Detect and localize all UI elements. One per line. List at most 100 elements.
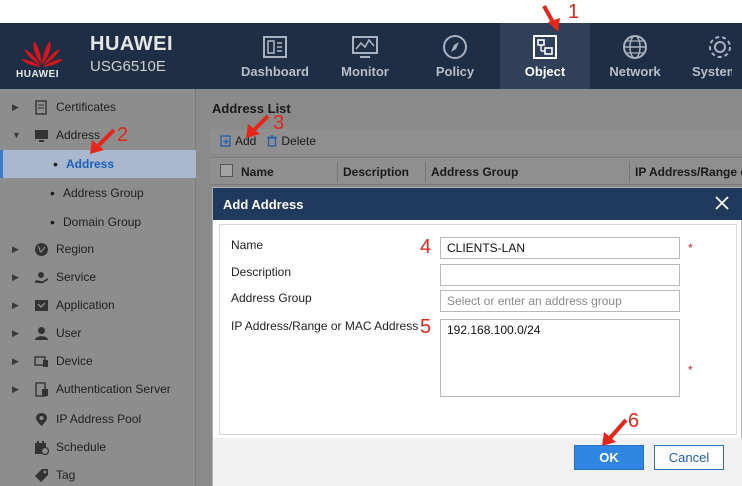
brand-name: HUAWEI xyxy=(90,33,173,55)
sidebar-item-label: Application xyxy=(56,298,115,312)
sidebar-item-application[interactable]: ▶ Application xyxy=(0,291,196,319)
object-icon xyxy=(533,35,557,59)
annotation-number: 1 xyxy=(568,1,580,23)
sidebar-item-domain-group[interactable]: • Domain Group xyxy=(0,208,196,236)
chevron-right-icon: ▶ xyxy=(12,243,19,254)
nav-network[interactable]: Network xyxy=(590,23,680,89)
certificate-icon xyxy=(35,99,47,115)
bullet-icon: • xyxy=(50,185,55,201)
column-header-address-group[interactable]: Address Group xyxy=(431,165,518,179)
sidebar-item-tag[interactable]: Tag xyxy=(0,461,196,486)
dashboard-icon xyxy=(263,36,287,58)
sidebar-item-certificates[interactable]: ▶ Certificates xyxy=(0,93,196,121)
add-icon xyxy=(220,135,231,147)
sidebar-item-label: Device xyxy=(56,354,93,368)
annotation-number: 5 xyxy=(420,316,432,338)
address-group-label: Address Group xyxy=(231,291,312,305)
user-icon xyxy=(35,326,48,340)
sidebar-item-label: Authentication Server xyxy=(56,382,171,396)
chevron-right-icon: ▶ xyxy=(12,327,19,338)
nav-label: Object xyxy=(524,64,566,79)
sidebar-item-user[interactable]: ▶ User xyxy=(0,319,196,347)
cancel-button[interactable]: Cancel xyxy=(654,445,724,470)
required-marker: * xyxy=(688,241,693,255)
sidebar-item-label: Schedule xyxy=(56,440,107,454)
ip-address-field[interactable]: 192.168.100.0/24 xyxy=(440,319,680,397)
nav-label: Dashboard xyxy=(241,64,309,79)
sidebar-item-schedule[interactable]: Schedule xyxy=(0,433,196,461)
annotation-number: 6 xyxy=(628,410,640,432)
annotation-arrow-icon xyxy=(90,128,116,154)
annotation-number: 3 xyxy=(273,112,285,134)
column-divider xyxy=(425,162,426,182)
application-icon xyxy=(35,299,48,311)
sidebar-item-label: User xyxy=(56,326,82,340)
sidebar-item-authentication-server[interactable]: ▶ Authentication Server xyxy=(0,375,196,403)
sidebar-item-device[interactable]: ▶ Device xyxy=(0,347,196,375)
select-all-checkbox[interactable] xyxy=(220,164,233,177)
annotation-arrow-icon xyxy=(602,418,628,446)
monitor-icon xyxy=(352,36,378,58)
globe-icon xyxy=(623,35,647,59)
chevron-right-icon: ▶ xyxy=(12,383,19,394)
calendar-icon xyxy=(35,440,49,455)
chevron-right-icon: ▶ xyxy=(12,355,19,366)
main-nav: Dashboard Monitor Policy Object Network … xyxy=(230,23,732,89)
device-model: USG6510E xyxy=(90,58,166,75)
bullet-icon: • xyxy=(50,214,55,230)
sidebar-item-label: Tag xyxy=(56,468,76,482)
list-toolbar: Add Delete xyxy=(210,129,742,153)
chevron-right-icon: ▶ xyxy=(12,299,19,310)
sidebar-item-label: Region xyxy=(56,242,95,256)
nav-system[interactable]: System xyxy=(680,23,732,89)
gear-icon xyxy=(709,36,731,58)
add-address-dialog: Add Address Name * Description Address G… xyxy=(212,187,742,486)
column-divider xyxy=(337,162,338,182)
column-header-name[interactable]: Name xyxy=(241,165,274,179)
sidebar-item-label: IP Address Pool xyxy=(56,412,142,426)
dialog-footer: OK Cancel xyxy=(213,438,742,486)
chevron-right-icon: ▶ xyxy=(12,271,19,282)
name-label: Name xyxy=(231,238,264,252)
table-header: Name Description Address Group IP Addres… xyxy=(210,157,742,185)
annotation-number: 4 xyxy=(420,236,432,258)
logo-text: HUAWEI xyxy=(16,69,59,80)
bullet-icon: • xyxy=(53,156,58,172)
globe-icon xyxy=(35,242,48,256)
sidebar-item-ip-address-pool[interactable]: IP Address Pool xyxy=(0,405,196,433)
sidebar-item-label: Address xyxy=(66,157,115,171)
sidebar-item-label: Domain Group xyxy=(63,215,142,229)
name-field[interactable] xyxy=(440,237,680,259)
column-header-description[interactable]: Description xyxy=(343,165,409,179)
tag-icon xyxy=(35,468,48,482)
annotation-arrow-icon xyxy=(246,114,270,138)
location-icon xyxy=(36,412,47,426)
delete-button[interactable]: Delete xyxy=(266,134,316,148)
address-icon xyxy=(35,129,48,142)
delete-button-label: Delete xyxy=(281,134,317,148)
required-marker: * xyxy=(688,363,693,377)
ip-address-label: IP Address/Range or MAC Address xyxy=(231,319,419,333)
ok-button[interactable]: OK xyxy=(574,445,644,470)
nav-policy[interactable]: Policy xyxy=(410,23,500,89)
device-icon xyxy=(34,355,48,367)
sidebar-item-label: Address Group xyxy=(63,186,144,200)
annotation-arrow-icon xyxy=(542,5,560,32)
sidebar-item-region[interactable]: ▶ Region xyxy=(0,235,196,263)
nav-dashboard[interactable]: Dashboard xyxy=(230,23,320,89)
description-label: Description xyxy=(231,265,292,279)
close-icon[interactable] xyxy=(713,194,731,212)
column-header-ip-address[interactable]: IP Address/Range or MAC Address xyxy=(635,165,742,179)
server-icon xyxy=(35,381,48,397)
column-divider xyxy=(629,162,630,182)
description-field[interactable] xyxy=(440,264,680,286)
sidebar-item-service[interactable]: ▶ Service xyxy=(0,263,196,291)
nav-label: Monitor xyxy=(341,64,389,79)
nav-label: Network xyxy=(609,64,661,79)
nav-monitor[interactable]: Monitor xyxy=(320,23,410,89)
top-strip xyxy=(0,0,742,23)
address-group-field[interactable] xyxy=(440,290,680,312)
dialog-header: Add Address xyxy=(213,188,742,220)
sidebar-item-address-group[interactable]: • Address Group xyxy=(0,179,196,207)
annotation-number: 2 xyxy=(117,124,129,146)
